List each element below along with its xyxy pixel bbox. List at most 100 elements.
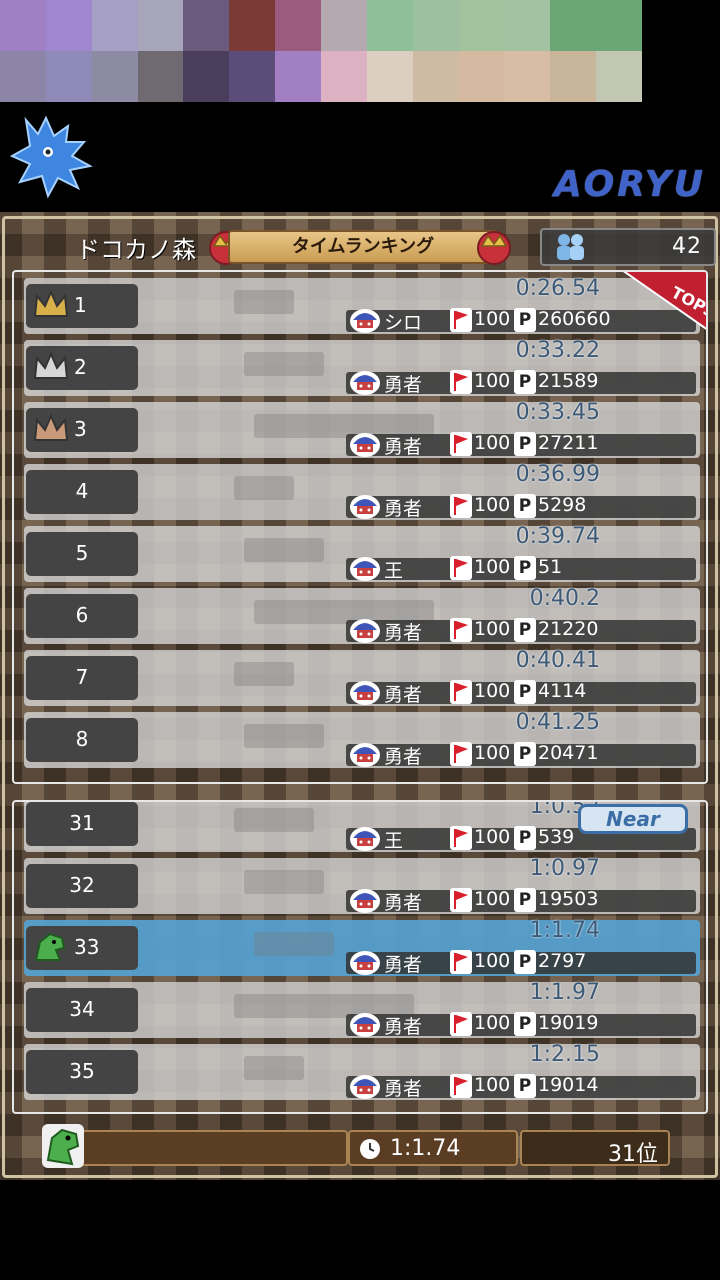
ranking-row[interactable]: 2 0:33.22 勇者 100 P 21589 bbox=[24, 338, 700, 396]
player-name-blurred bbox=[244, 538, 324, 562]
clear-time: 1:1.74 bbox=[529, 918, 600, 943]
player-title: 勇者 bbox=[384, 436, 423, 458]
flag-icon bbox=[450, 308, 472, 332]
near-ranking-list[interactable]: Near 31 1:0.52 王 100 P 539 32 1:0.97 勇者 100 P 19503… bbox=[12, 800, 708, 1114]
rank-number: 6 bbox=[75, 603, 89, 627]
player-title: 勇者 bbox=[384, 498, 423, 520]
ranking-row[interactable]: 1 0:26.54 シロ 100 P 260660 bbox=[24, 276, 700, 334]
completion-percent: 100 bbox=[474, 1012, 511, 1034]
completion-percent: 100 bbox=[474, 494, 511, 516]
rank-box: 5 bbox=[26, 532, 138, 576]
ad-banner[interactable] bbox=[0, 0, 642, 102]
clear-time: 0:33.22 bbox=[515, 338, 600, 363]
banner-tile bbox=[183, 0, 230, 51]
completion-percent: 100 bbox=[474, 888, 511, 910]
rank-box: 8 bbox=[26, 718, 138, 762]
rank-number: 35 bbox=[69, 1059, 95, 1083]
completion-percent: 100 bbox=[474, 432, 511, 454]
rank-number: 34 bbox=[69, 997, 95, 1021]
rank-box: 32 bbox=[26, 864, 138, 908]
my-name-box bbox=[78, 1130, 348, 1166]
player-info-bar: 勇者 100 P 19019 bbox=[346, 1012, 696, 1038]
dino-avatar-icon bbox=[34, 932, 66, 961]
banner-tile bbox=[550, 0, 597, 51]
completion-percent: 100 bbox=[474, 370, 511, 392]
points-icon: P bbox=[514, 432, 536, 456]
player-points: 5298 bbox=[538, 494, 587, 516]
completion-percent: 100 bbox=[474, 742, 511, 764]
top-ranking-list[interactable]: TOP30 1 0:26.54 シロ 100 P 260660 2 0:33.22 勇者 100 P… bbox=[12, 270, 708, 784]
hero-helmet-icon bbox=[350, 1075, 380, 1099]
ranking-row[interactable]: 5 0:39.74 王 100 P 51 bbox=[24, 524, 700, 582]
player-title: 勇者 bbox=[384, 622, 423, 644]
completion-percent: 100 bbox=[474, 618, 511, 640]
banner-tile bbox=[550, 51, 597, 102]
completion-percent: 100 bbox=[474, 826, 511, 848]
player-title: 王 bbox=[384, 830, 404, 852]
flag-icon bbox=[450, 680, 472, 704]
rank-number: 8 bbox=[75, 727, 89, 751]
player-title: 勇者 bbox=[384, 1078, 423, 1100]
points-icon: P bbox=[514, 556, 536, 580]
hero-helmet-icon bbox=[350, 889, 380, 913]
player-name-blurred bbox=[234, 808, 314, 832]
completion-percent: 100 bbox=[474, 950, 511, 972]
ranking-row[interactable]: 33 1:1.74 勇者 100 P 2797 bbox=[24, 918, 700, 976]
ranking-row[interactable]: 4 0:36.99 勇者 100 P 5298 bbox=[24, 462, 700, 520]
ranking-row[interactable]: 34 1:1.97 勇者 100 P 19019 bbox=[24, 980, 700, 1038]
banner-tile bbox=[0, 0, 46, 51]
player-title: 勇者 bbox=[384, 892, 423, 914]
dino-avatar-icon bbox=[42, 1124, 84, 1168]
player-title: 勇者 bbox=[384, 954, 423, 976]
rank-number: 31 bbox=[69, 811, 95, 835]
ranking-row[interactable]: 32 1:0.97 勇者 100 P 19503 bbox=[24, 856, 700, 914]
banner-tile bbox=[596, 0, 642, 51]
app-header: AORYU bbox=[0, 102, 720, 212]
rank-number: 4 bbox=[75, 479, 89, 503]
top30-badge: TOP30 bbox=[623, 272, 706, 330]
rank-number: 1 bbox=[74, 293, 87, 317]
player-info-bar: 勇者 100 P 5298 bbox=[346, 494, 696, 520]
banner-tile bbox=[412, 51, 459, 102]
banner-tile bbox=[321, 0, 367, 51]
rank-box: 31 bbox=[26, 802, 138, 846]
crown-gold-icon bbox=[33, 289, 69, 317]
banner-tile bbox=[229, 51, 276, 102]
flag-icon bbox=[450, 1074, 472, 1098]
ranking-row[interactable]: 8 0:41.25 勇者 100 P 20471 bbox=[24, 710, 700, 768]
banner-tile bbox=[183, 51, 230, 102]
title-bar: ドコカノ森 タイムランキング 42 bbox=[8, 228, 716, 268]
player-title: シロ bbox=[384, 312, 423, 334]
player-title: 勇者 bbox=[384, 746, 423, 768]
banner-tile bbox=[366, 0, 413, 51]
rank-number: 33 bbox=[74, 935, 100, 959]
ranking-row[interactable]: 35 1:2.15 勇者 100 P 19014 bbox=[24, 1042, 700, 1100]
banner-tile bbox=[45, 0, 92, 51]
brand-name: AORYU bbox=[553, 164, 706, 205]
player-points: 19019 bbox=[538, 1012, 599, 1034]
player-points: 21589 bbox=[538, 370, 599, 392]
player-points: 19503 bbox=[538, 888, 599, 910]
my-time: 1:1.74 bbox=[390, 1136, 461, 1161]
player-points: 2797 bbox=[538, 950, 587, 972]
player-points: 27211 bbox=[538, 432, 599, 454]
rank-box: 1 bbox=[26, 284, 138, 328]
flag-icon bbox=[450, 618, 472, 642]
my-rank-box: 31位 bbox=[520, 1130, 670, 1167]
points-icon: P bbox=[514, 826, 536, 850]
ranking-row[interactable]: 6 0:40.2 勇者 100 P 21220 bbox=[24, 586, 700, 644]
crown-bronze-icon bbox=[33, 413, 69, 441]
banner-tile bbox=[275, 51, 321, 102]
flag-icon bbox=[450, 556, 472, 580]
stage-name: ドコカノ森 bbox=[76, 236, 196, 264]
player-count: 42 bbox=[672, 234, 702, 259]
ranking-row[interactable]: 3 0:33.45 勇者 100 P 27211 bbox=[24, 400, 700, 458]
near-badge: Near bbox=[578, 804, 688, 834]
rank-number: 3 bbox=[74, 417, 87, 441]
player-name-blurred bbox=[244, 352, 324, 376]
player-name-blurred bbox=[244, 1056, 304, 1080]
points-icon: P bbox=[514, 494, 536, 518]
banner-tile bbox=[0, 51, 46, 102]
ranking-row[interactable]: 7 0:40.41 勇者 100 P 4114 bbox=[24, 648, 700, 706]
points-icon: P bbox=[514, 888, 536, 912]
